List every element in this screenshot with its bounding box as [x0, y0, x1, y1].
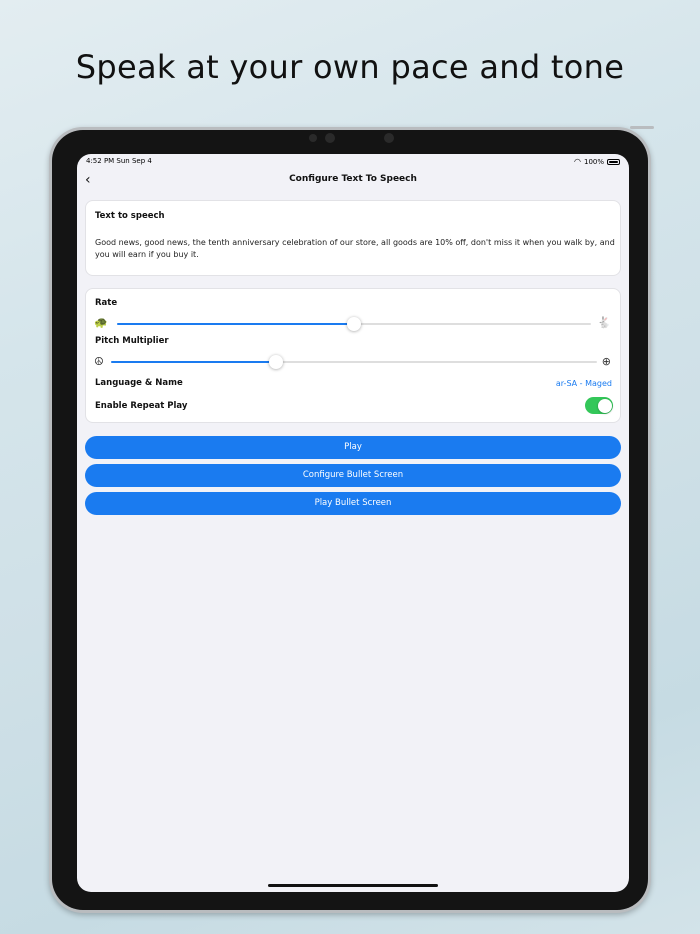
- text-card-label: Text to speech: [95, 211, 165, 221]
- play-button[interactable]: Play: [85, 436, 621, 459]
- pitch-slider-fill: [111, 361, 277, 363]
- home-indicator[interactable]: [268, 884, 438, 887]
- rate-slider-thumb[interactable]: [347, 317, 361, 331]
- repeat-toggle-knob: [597, 398, 612, 413]
- speech-text[interactable]: Good news, good news, the tenth annivers…: [95, 237, 615, 261]
- bezel: 4:52 PM Sun Sep 4 ◠ 100% ‹ Configure Tex…: [52, 130, 648, 910]
- rate-slider-fill: [117, 323, 354, 325]
- pitch-slider[interactable]: [111, 355, 597, 369]
- battery-icon: [607, 158, 620, 165]
- peace-icon: ☮: [94, 355, 104, 368]
- battery-percent: 100%: [583, 157, 604, 166]
- pitch-label: Pitch Multiplier: [95, 336, 169, 346]
- settings-card: Rate 🐢 🐇 Pitch Multiplier ☮ ⊕ Language &…: [85, 288, 621, 423]
- status-time: 4:52 PM Sun Sep 4: [86, 157, 152, 165]
- repeat-label: Enable Repeat Play: [95, 401, 188, 411]
- play-bullet-screen-button[interactable]: Play Bullet Screen: [85, 492, 621, 515]
- rabbit-icon: 🐇: [597, 316, 611, 329]
- camera-lens: [325, 133, 335, 143]
- page-title: Configure Text To Speech: [289, 174, 417, 184]
- navigation-bar: ‹ Configure Text To Speech: [77, 170, 629, 190]
- headline: Speak at your own pace and tone: [75, 48, 625, 86]
- rate-slider[interactable]: [117, 317, 591, 331]
- language-value[interactable]: ar-SA - Maged: [556, 379, 612, 388]
- text-card: Text to speech Good news, good news, the…: [85, 200, 621, 276]
- configure-bullet-screen-button[interactable]: Configure Bullet Screen: [85, 464, 621, 487]
- status-right: ◠ 100%: [574, 157, 620, 166]
- camera-dot: [309, 134, 317, 142]
- language-label: Language & Name: [95, 378, 183, 388]
- rate-label: Rate: [95, 298, 118, 308]
- sensor-dot: [384, 133, 394, 143]
- wifi-icon: ◠: [574, 157, 581, 166]
- repeat-toggle[interactable]: [585, 397, 613, 414]
- tablet-device: 4:52 PM Sun Sep 4 ◠ 100% ‹ Configure Tex…: [49, 126, 654, 913]
- turtle-icon: 🐢: [94, 316, 108, 329]
- top-button: [630, 126, 654, 129]
- crosshair-plus-icon: ⊕: [601, 355, 611, 368]
- app-screen: 4:52 PM Sun Sep 4 ◠ 100% ‹ Configure Tex…: [77, 154, 629, 892]
- pitch-slider-thumb[interactable]: [269, 355, 284, 369]
- status-bar: 4:52 PM Sun Sep 4 ◠ 100%: [77, 154, 629, 168]
